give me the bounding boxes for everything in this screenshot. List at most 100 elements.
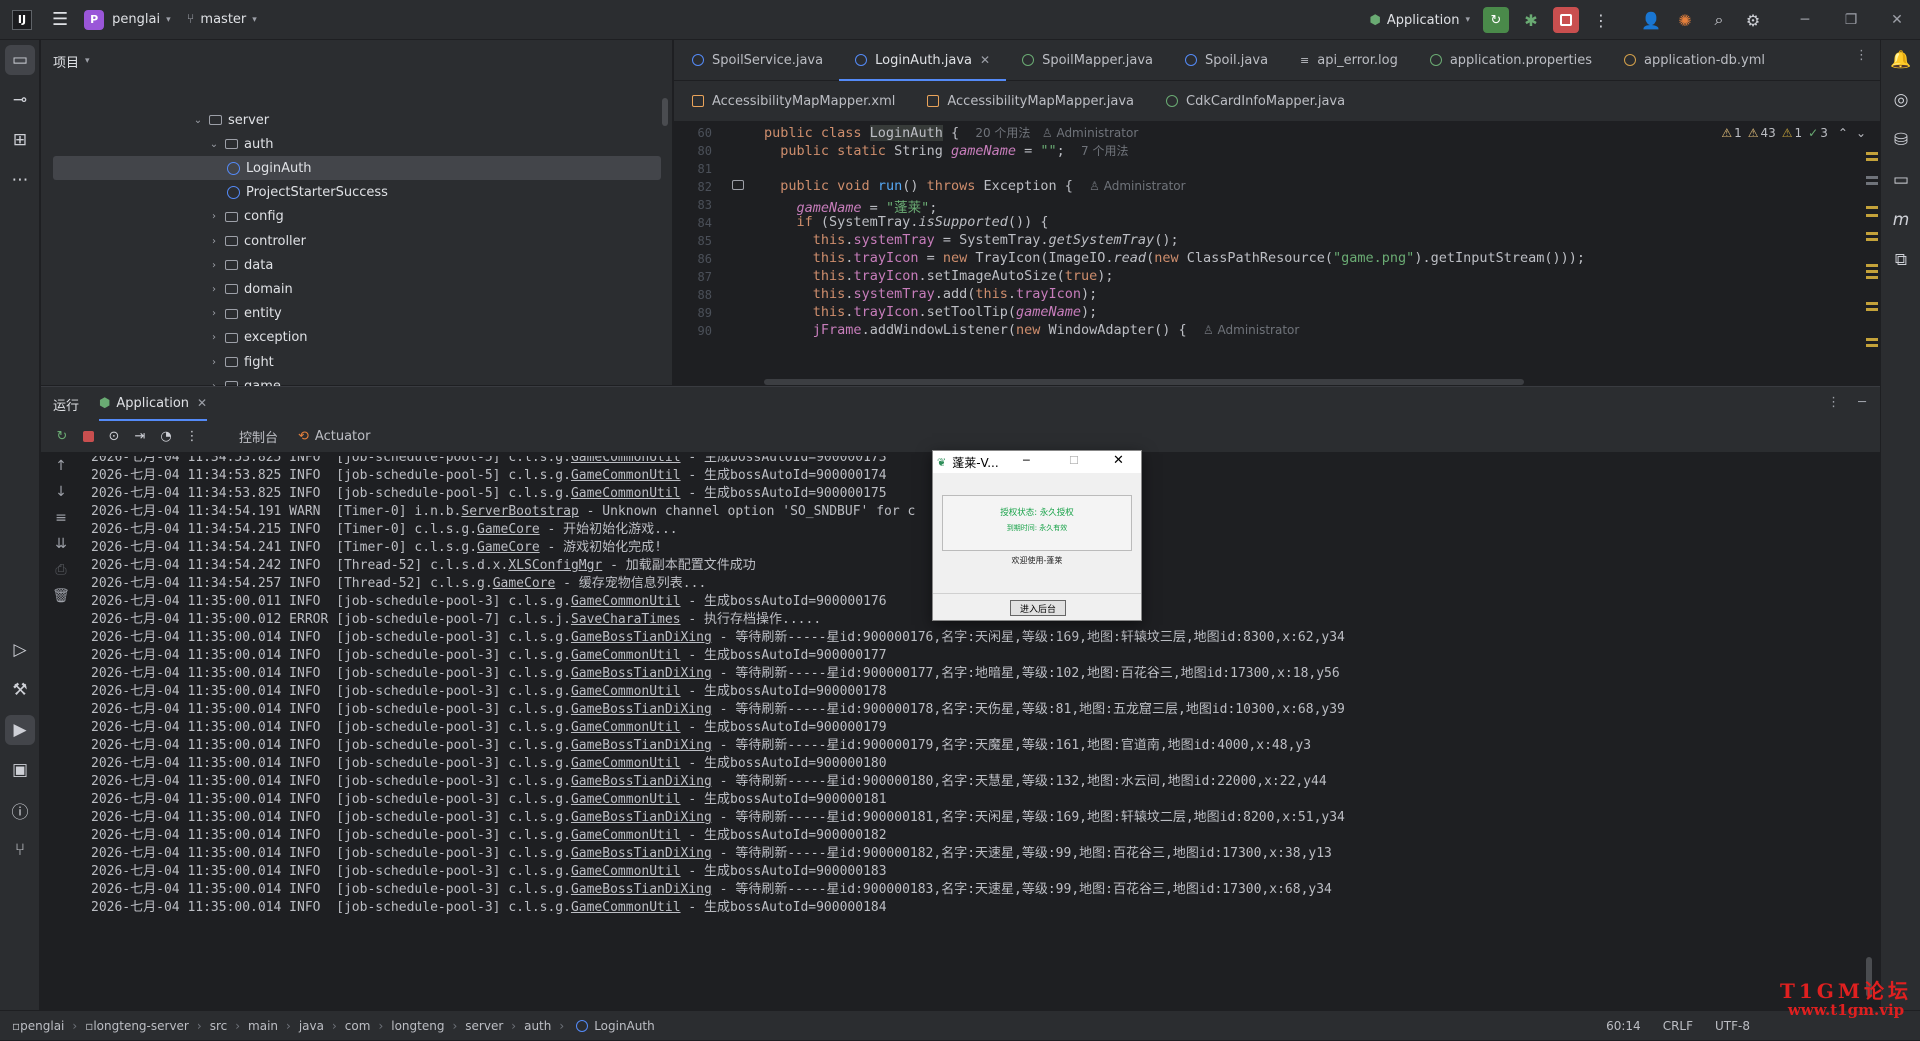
editor-tab[interactable]: CdkCardInfoMapper.java [1150,81,1361,122]
problems-tool-button[interactable]: ⓘ [0,790,40,830]
breadcrumb-item[interactable]: com [345,1019,371,1033]
tree-item[interactable]: ⌄ server [41,108,661,132]
restore-button[interactable]: ❐ [1828,0,1874,40]
settings-button[interactable]: ⚙ [1736,5,1770,35]
breadcrumb-item[interactable]: LoginAuth [594,1019,655,1033]
log-class-link[interactable]: GameCommonUtil [571,720,681,735]
project-panel-header[interactable]: 项目 ▾ [41,40,672,82]
error-stripe[interactable] [1866,152,1880,347]
tree-item[interactable]: › config [41,205,661,229]
editor-tab[interactable]: AccessibilityMapMapper.xml [676,81,911,122]
close-icon[interactable]: ✕ [980,53,990,67]
breadcrumb-item[interactable]: src [210,1019,228,1033]
endpoints-button[interactable]: ▭ [1881,160,1920,200]
editor-tab[interactable]: application.properties [1414,40,1608,81]
run-tool-button[interactable]: ▶ [5,715,35,745]
log-class-link[interactable]: GameBossTianDiXing [571,810,712,825]
log-class-link[interactable]: SaveCharaTimes [571,612,681,627]
search-button[interactable]: ⌕ [1702,5,1736,35]
log-class-link[interactable]: GameCommonUtil [571,684,681,699]
tab-options-button[interactable]: ⋮ [1855,48,1868,63]
maximize-icon[interactable]: ☐ [1069,454,1079,467]
git-tool-button[interactable]: ⑂ [0,830,40,870]
cursor-position[interactable]: 60:14 [1606,1019,1641,1033]
editor-tab[interactable]: Spoil.java [1169,40,1284,81]
enter-backend-button[interactable]: 进入后台 [1010,600,1066,616]
editor-tab[interactable]: SpoilService.java [676,40,839,81]
ai-assistant-button[interactable]: ✺ [1668,5,1702,35]
minimize-panel-icon[interactable]: ─ [1858,395,1866,410]
line-separator[interactable]: CRLF [1663,1019,1693,1033]
log-class-link[interactable]: ServerBootstrap [461,504,578,519]
tree-scrollbar[interactable] [662,98,668,126]
stop-run-button[interactable] [75,424,101,450]
breadcrumb-item[interactable]: server [465,1019,503,1033]
log-class-link[interactable]: GameBossTianDiXing [571,630,712,645]
editor-h-scrollbar[interactable] [764,379,1524,385]
breadcrumb-item[interactable]: longteng [391,1019,444,1033]
scroll-down-button[interactable]: ↓ [41,479,81,505]
chevron-down-icon[interactable]: ⌄ [191,115,205,126]
project-switcher[interactable]: P penglai ▾ [76,0,178,40]
close-icon[interactable]: ✕ [1113,453,1124,468]
tree-item[interactable]: › exception [41,326,661,350]
chevron-right-icon[interactable]: › [207,236,221,247]
tree-item[interactable]: › domain [41,277,661,301]
log-class-link[interactable]: GameBossTianDiXing [571,666,712,681]
services-tool-button[interactable]: ▷ [0,630,40,670]
editor-tab[interactable]: LoginAuth.java ✕ [839,40,1007,81]
close-window-button[interactable]: ✕ [1874,0,1920,40]
chevron-right-icon[interactable]: › [207,332,221,343]
plugins-button[interactable]: ⧉ [1881,240,1920,280]
log-class-link[interactable]: GameCommonUtil [571,594,681,609]
log-class-link[interactable]: GameCommonUtil [571,468,681,483]
more-tools-button[interactable]: ⋯ [0,160,40,200]
chevron-right-icon[interactable]: › [207,357,221,368]
scroll-to-end-button[interactable]: ⇊ [41,531,81,557]
chevron-right-icon[interactable]: › [207,211,221,222]
log-class-link[interactable]: GameBossTianDiXing [571,882,712,897]
breadcrumb-item[interactable]: longteng-server [93,1019,189,1033]
chevron-right-icon[interactable]: › [207,284,221,295]
breadcrumb-item[interactable]: auth [524,1019,551,1033]
breadcrumb-item[interactable]: main [248,1019,278,1033]
commit-tool-button[interactable]: ⊸ [0,80,40,120]
breadcrumb-item[interactable]: penglai [20,1019,64,1033]
exit-button[interactable]: ⇥ [127,424,153,450]
build-tool-button[interactable]: ⚒ [0,670,40,710]
tree-item[interactable]: LoginAuth [53,156,661,181]
chevron-up-icon[interactable]: ⌃ [1838,126,1848,140]
branch-switcher[interactable]: ⑂ master ▾ [179,0,265,40]
log-class-link[interactable]: GameCommonUtil [571,900,681,915]
scroll-up-button[interactable]: ↑ [41,453,81,479]
file-encoding[interactable]: UTF-8 [1715,1019,1750,1033]
log-class-link[interactable]: GameCommonUtil [571,792,681,807]
chevron-down-icon[interactable]: ⌄ [207,139,221,150]
main-menu-button[interactable]: ☰ [32,0,76,40]
profiler-button[interactable]: ◔ [153,424,179,450]
editor-tab[interactable]: SpoilMapper.java [1006,40,1169,81]
dump-threads-button[interactable]: ⊙ [101,424,127,450]
log-class-link[interactable]: GameBossTianDiXing [571,702,712,717]
tree-item[interactable]: ⌄ auth [41,132,661,156]
chevron-right-icon[interactable]: › [207,260,221,271]
inspection-widget[interactable]: ⚠ 1 ⚠ 43 ⚠ 1 ✓ 3 ⌃ ⌄ [1721,126,1866,140]
log-class-link[interactable]: GameCommonUtil [571,864,681,879]
project-tool-button[interactable]: ▭ [5,45,35,75]
log-class-link[interactable]: GameCommonUtil [571,486,681,501]
editor-tab[interactable]: ≡ api_error.log [1284,40,1414,81]
add-user-button[interactable]: 👤 [1634,5,1668,35]
ai-chat-button[interactable]: ◎ [1881,80,1920,120]
run-more-button[interactable]: ⋮ [179,424,205,450]
log-class-link[interactable]: GameBossTianDiXing [571,774,712,789]
run-config-selector[interactable]: ⬢ Application ▾ [1361,0,1478,40]
close-icon[interactable]: ✕ [197,396,207,410]
rerun-button[interactable]: ↻ [49,424,75,450]
log-class-link[interactable]: GameCore [493,576,556,591]
console-tab[interactable]: 控制台 [229,421,288,453]
log-class-link[interactable]: GameCommonUtil [571,756,681,771]
log-class-link[interactable]: GameCommonUtil [571,648,681,663]
breadcrumb-item[interactable]: java [299,1019,324,1033]
tree-item[interactable]: › entity [41,302,661,326]
log-class-link[interactable]: GameCore [477,522,540,537]
